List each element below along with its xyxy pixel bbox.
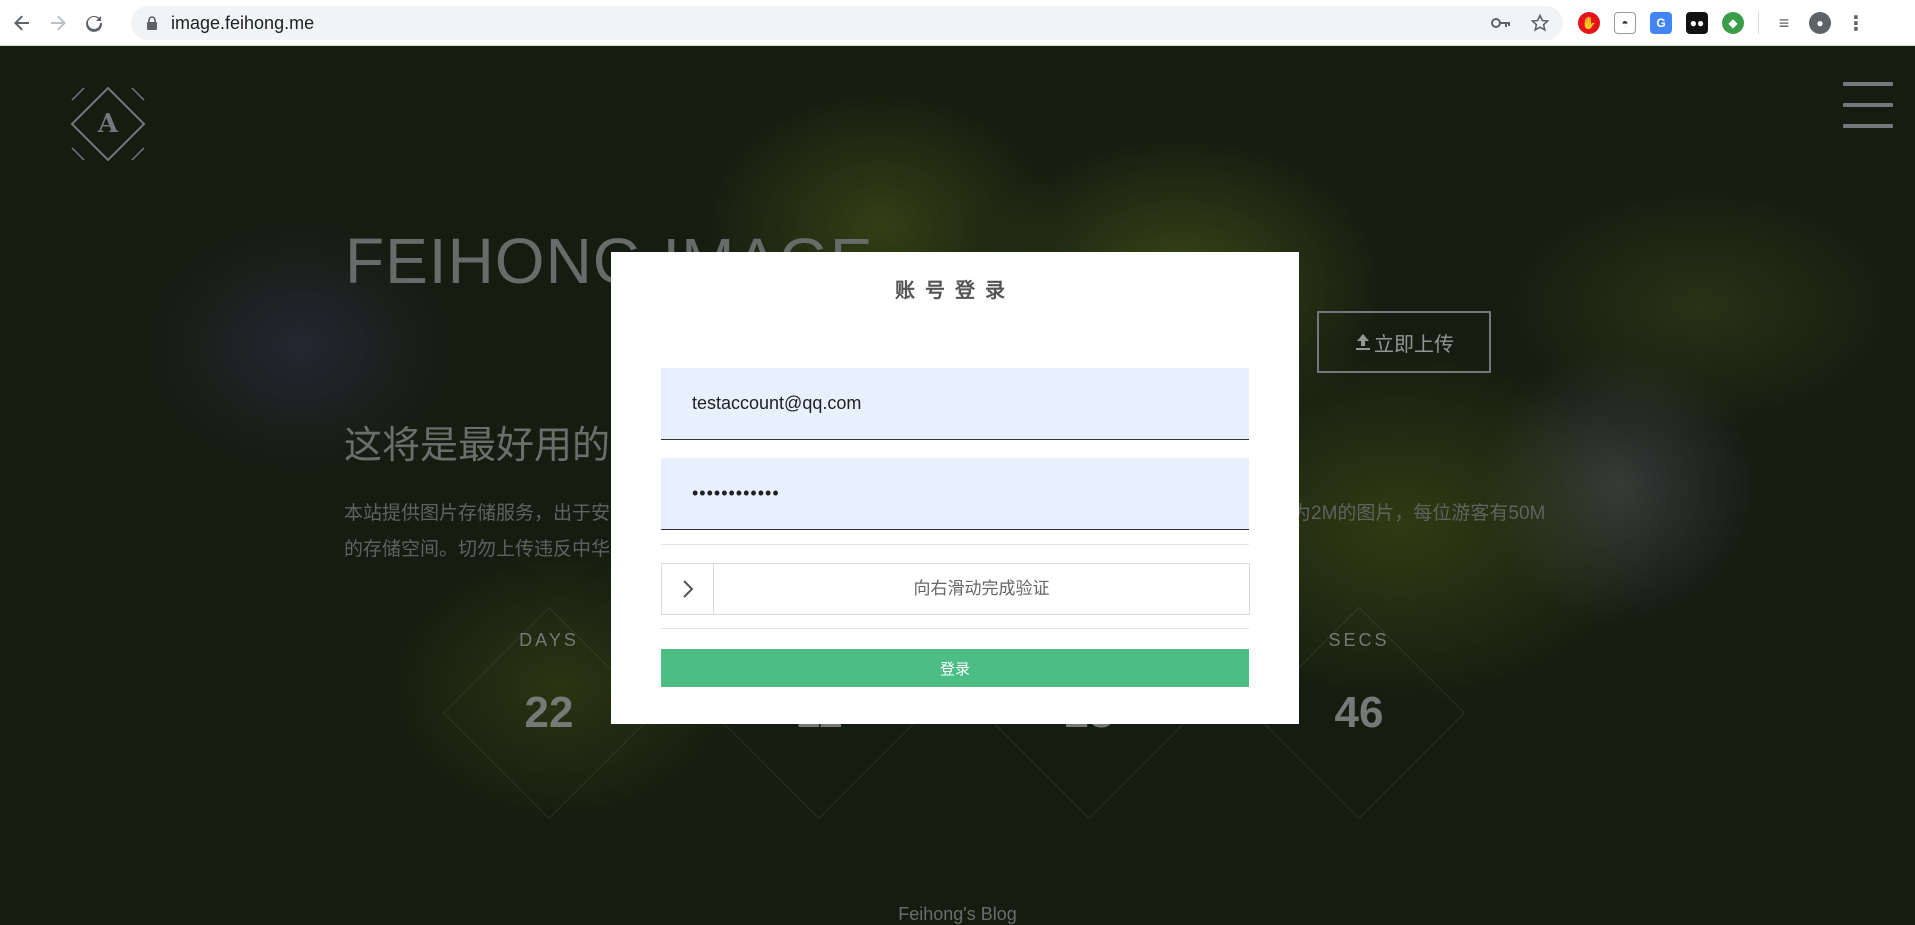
extension-icon[interactable]: ◆	[1722, 12, 1744, 34]
address-bar[interactable]: image.feihong.me	[131, 6, 1563, 40]
forward-icon[interactable]	[44, 9, 72, 37]
login-modal: 账号登录 向右滑动完成验证 登录	[611, 252, 1299, 724]
chevron-right-icon	[682, 580, 693, 598]
star-icon[interactable]	[1531, 14, 1549, 32]
login-button[interactable]: 登录	[661, 649, 1249, 687]
back-icon[interactable]	[8, 9, 36, 37]
url-text: image.feihong.me	[171, 12, 315, 33]
incognito-ext-icon[interactable]: ◓	[1614, 12, 1636, 34]
email-field[interactable]	[661, 368, 1249, 440]
tampermonkey-icon[interactable]: ●●	[1686, 12, 1708, 34]
key-icon[interactable]	[1491, 17, 1511, 29]
browser-toolbar: image.feihong.me ✋ ◓ G ●● ◆ ≡ ● ⋮	[0, 0, 1915, 46]
divider	[661, 628, 1249, 629]
translate-icon[interactable]: G	[1650, 12, 1672, 34]
toolbar-separator	[1758, 12, 1759, 34]
slide-captcha[interactable]: 向右滑动完成验证	[661, 563, 1250, 615]
reading-list-icon[interactable]: ≡	[1773, 12, 1795, 34]
password-field[interactable]	[661, 458, 1249, 530]
menu-icon[interactable]: ⋮	[1845, 12, 1867, 35]
adblock-icon[interactable]: ✋	[1578, 12, 1600, 34]
slider-handle[interactable]	[662, 564, 714, 614]
modal-title: 账号登录	[895, 280, 1015, 302]
lock-icon	[147, 16, 157, 30]
slider-hint: 向右滑动完成验证	[913, 579, 1050, 598]
reload-icon[interactable]	[80, 9, 108, 37]
profile-icon[interactable]: ●	[1809, 12, 1831, 34]
divider	[661, 544, 1249, 545]
